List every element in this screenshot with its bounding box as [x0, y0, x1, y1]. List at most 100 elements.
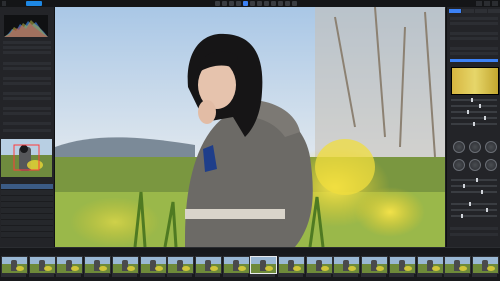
slider-handle[interactable]: [461, 214, 463, 218]
crop-tool-icon[interactable]: [222, 1, 227, 6]
slider-handle[interactable]: [481, 190, 483, 194]
slider-handle[interactable]: [486, 208, 488, 212]
gradient-tool-icon[interactable]: [250, 1, 255, 6]
rotate-tool-icon[interactable]: [229, 1, 234, 6]
color-wheel[interactable]: [469, 159, 481, 171]
hand-tool-icon[interactable]: [278, 1, 283, 6]
filmstrip-thumbnail[interactable]: [444, 256, 471, 274]
selected-setting-row[interactable]: [450, 59, 498, 62]
filmstrip-thumbnail[interactable]: [167, 256, 194, 274]
filmstrip-thumbnail[interactable]: [417, 256, 444, 274]
grid-tool-icon[interactable]: [292, 1, 297, 6]
tab-detail[interactable]: [488, 9, 500, 13]
compare-tool-icon[interactable]: [285, 1, 290, 6]
tab-active[interactable]: [26, 1, 42, 6]
filmstrip-thumbnail[interactable]: [278, 256, 305, 274]
filmstrip-thumbnail[interactable]: [333, 256, 360, 274]
filmstrip-thumbnail[interactable]: [361, 256, 388, 274]
settings-row[interactable]: [3, 67, 51, 70]
adjustment-slider[interactable]: [451, 202, 497, 206]
slider-handle[interactable]: [469, 202, 471, 206]
color-wheel[interactable]: [453, 159, 465, 171]
settings-row[interactable]: [3, 62, 51, 65]
slider-handle[interactable]: [484, 116, 486, 120]
panel-tabs: [449, 9, 500, 13]
adjustment-slider[interactable]: [451, 178, 497, 182]
adjustment-slider[interactable]: [451, 122, 497, 126]
thumbnail-caption: [444, 274, 469, 277]
settings-row[interactable]: [3, 122, 51, 125]
tab-develop[interactable]: [449, 9, 461, 13]
filmstrip-thumbnail-selected[interactable]: [250, 256, 277, 274]
adjustment-slider[interactable]: [451, 208, 497, 212]
color-swatch[interactable]: [451, 67, 499, 95]
color-wheel[interactable]: [485, 141, 497, 153]
settings-row[interactable]: [3, 97, 51, 100]
filmstrip-thumbnail[interactable]: [56, 256, 83, 274]
settings-row[interactable]: [450, 32, 498, 35]
eyedropper-tool-icon[interactable]: [264, 1, 269, 6]
tab-color[interactable]: [475, 9, 487, 13]
thumbnail-caption: [250, 274, 275, 277]
color-wheel[interactable]: [469, 141, 481, 153]
settings-row[interactable]: [450, 47, 498, 50]
settings-row[interactable]: [3, 51, 51, 54]
adjustment-slider[interactable]: [451, 116, 497, 120]
clone-tool-icon[interactable]: [257, 1, 262, 6]
app-menu-button[interactable]: [2, 1, 6, 6]
maximize-icon[interactable]: [484, 1, 490, 6]
settings-row[interactable]: [3, 82, 51, 85]
filmstrip-thumbnail[interactable]: [29, 256, 56, 274]
thumbnail-glow: [182, 266, 190, 271]
settings-row[interactable]: [3, 41, 51, 44]
settings-row[interactable]: [450, 17, 498, 20]
zoom-tool-icon[interactable]: [271, 1, 276, 6]
eraser-tool-icon[interactable]: [243, 1, 248, 6]
navigator-thumbnail[interactable]: [1, 139, 52, 177]
adjustment-slider[interactable]: [451, 184, 497, 188]
settings-row[interactable]: [3, 107, 51, 110]
thumbnail-glow: [459, 266, 467, 271]
list-item[interactable]: [1, 232, 53, 238]
settings-row[interactable]: [3, 46, 51, 49]
filmstrip-thumbnail[interactable]: [472, 256, 499, 274]
filmstrip-thumbnail[interactable]: [140, 256, 167, 274]
adjustment-slider[interactable]: [451, 190, 497, 194]
adjustment-slider[interactable]: [451, 98, 497, 102]
filmstrip-thumbnail[interactable]: [84, 256, 111, 274]
filmstrip-thumbnail[interactable]: [223, 256, 250, 274]
color-wheel[interactable]: [485, 159, 497, 171]
slider-handle[interactable]: [463, 184, 465, 188]
filmstrip-thumbnail[interactable]: [306, 256, 333, 274]
filmstrip-thumbnail[interactable]: [389, 256, 416, 274]
slider-handle[interactable]: [467, 110, 469, 114]
settings-row[interactable]: [3, 112, 51, 115]
settings-row[interactable]: [450, 52, 498, 55]
minimize-icon[interactable]: [476, 1, 482, 6]
tab-tone[interactable]: [462, 9, 474, 13]
settings-row[interactable]: [3, 92, 51, 95]
adjustment-slider[interactable]: [451, 110, 497, 114]
filmstrip-thumbnail[interactable]: [1, 256, 28, 274]
slider-handle[interactable]: [476, 178, 478, 182]
slider-handle[interactable]: [473, 122, 475, 126]
close-icon[interactable]: [492, 1, 498, 6]
settings-row[interactable]: [450, 37, 498, 40]
adjustment-slider[interactable]: [451, 104, 497, 108]
settings-row[interactable]: [450, 22, 498, 25]
brush-tool-icon[interactable]: [236, 1, 241, 6]
image-viewer[interactable]: [55, 7, 445, 247]
cursor-tool-icon[interactable]: [215, 1, 220, 6]
slider-handle[interactable]: [479, 104, 481, 108]
thumbnail-caption: [389, 274, 414, 277]
settings-row[interactable]: [3, 129, 51, 132]
settings-row[interactable]: [450, 233, 498, 236]
filmstrip-thumbnail[interactable]: [195, 256, 222, 274]
settings-row[interactable]: [450, 227, 498, 230]
color-wheel[interactable]: [453, 141, 465, 153]
settings-row[interactable]: [3, 77, 51, 80]
thumbnail-glow: [71, 266, 79, 271]
slider-handle[interactable]: [471, 98, 473, 102]
adjustment-slider[interactable]: [451, 214, 497, 218]
filmstrip-thumbnail[interactable]: [112, 256, 139, 274]
